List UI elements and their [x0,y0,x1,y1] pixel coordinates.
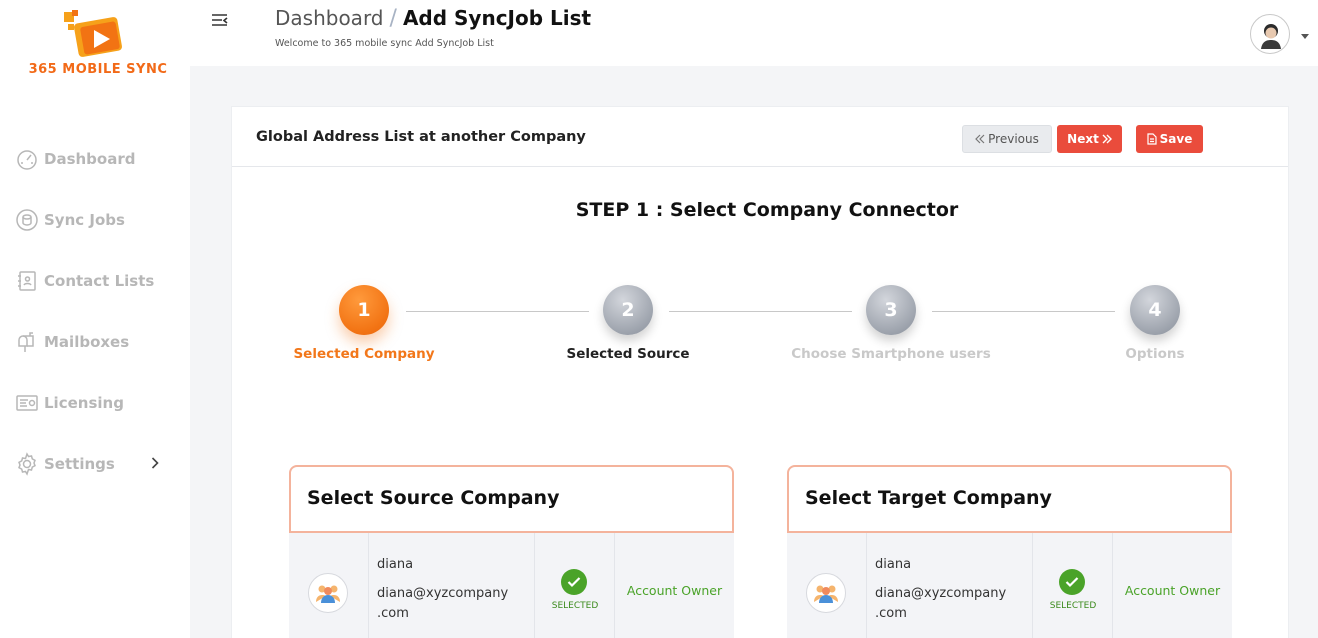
target-company-panel: Select Target Company diana diana@xyzcom… [787,465,1232,638]
sidebar-item-label: Settings [44,454,115,473]
row-role-cell: Account Owner [1113,533,1232,638]
mailbox-icon [14,329,40,355]
next-button-label: Next [1067,132,1099,146]
next-button[interactable]: Next [1057,125,1122,153]
breadcrumb-separator: / [389,6,397,31]
sidebar-item-sync-jobs[interactable]: Sync Jobs [0,189,190,250]
step-3-label: Choose Smartphone users [791,346,991,362]
wizard-stepper: 1 2 3 4 Selected Company Selected Source… [232,285,1288,375]
table-row[interactable]: diana diana@xyzcompany .com SELECTED Acc… [289,533,734,638]
user-avatar-icon [1261,24,1281,49]
users-group-icon [806,573,846,613]
previous-button[interactable]: Previous [962,125,1052,153]
document-icon [1147,133,1157,145]
card-header: Global Address List at another Company P… [232,107,1288,167]
user-email: diana@xyzcompany .com [377,586,509,621]
source-panel-title: Select Source Company [307,487,560,509]
brand-logo[interactable]: 365 MOBILE SYNC [28,10,168,82]
double-chevron-left-icon [975,134,985,144]
step-connector [932,311,1115,312]
sidebar-item-label: Licensing [44,393,124,412]
step-1-label: Selected Company [293,346,435,362]
sidebar: 365 MOBILE SYNC Dashboard Sync Jobs Cont… [0,0,190,638]
double-chevron-right-icon [1102,134,1112,144]
sidebar-item-contact-lists[interactable]: Contact Lists [0,250,190,311]
play-logo-icon [64,10,122,57]
row-role-cell: Account Owner [615,533,734,638]
row-avatar-cell [289,533,369,638]
sidebar-nav: Dashboard Sync Jobs Contact Lists Mailbo… [0,128,190,494]
chevron-right-icon[interactable] [148,455,162,471]
page-subtitle: Welcome to 365 mobile sync Add SyncJob L… [275,38,494,49]
step-connector [406,311,589,312]
role-label: Account Owner [626,583,723,598]
target-panel-title: Select Target Company [805,487,1052,509]
step-2-label: Selected Source [566,346,690,362]
gear-icon [14,451,40,477]
license-card-icon [14,390,40,416]
check-circle-icon [1059,569,1085,595]
row-avatar-cell [787,533,867,638]
brand-name: 365 MOBILE SYNC [28,62,168,77]
card-title: Global Address List at another Company [256,129,586,145]
user-avatar[interactable] [1250,14,1290,54]
sidebar-item-dashboard[interactable]: Dashboard [0,128,190,189]
user-email: diana@xyzcompany .com [875,586,1007,621]
user-name: diana [377,557,414,572]
step-heading: STEP 1 : Select Company Connector [575,199,959,221]
sidebar-item-label: Mailboxes [44,332,130,351]
sync-database-icon [14,207,40,233]
step-connector [669,311,852,312]
page-title: Add SyncJob List [402,6,592,30]
user-name: diana [875,557,912,572]
sidebar-item-label: Dashboard [44,149,136,168]
sidebar-item-settings[interactable]: Settings [0,433,190,494]
row-status-cell: SELECTED [535,533,615,638]
row-info-cell: diana diana@xyzcompany .com [867,533,1033,638]
sidebar-item-label: Contact Lists [44,271,155,290]
row-info-cell: diana diana@xyzcompany .com [369,533,535,638]
status-badge: SELECTED [1049,601,1097,611]
role-label: Account Owner [1124,583,1221,598]
step-4-label: Options [1125,346,1185,362]
target-panel-header: Select Target Company [787,465,1232,533]
save-button[interactable]: Save [1136,125,1203,153]
contact-book-icon [14,268,40,294]
source-panel-header: Select Source Company [289,465,734,533]
status-badge: SELECTED [551,601,599,611]
main-card: Global Address List at another Company P… [231,106,1289,638]
speedometer-icon [14,146,40,172]
menu-collapse-icon[interactable] [210,12,230,30]
breadcrumb: Dashboard / Add SyncJob List [275,6,591,31]
table-row[interactable]: diana diana@xyzcompany .com SELECTED Acc… [787,533,1232,638]
previous-button-label: Previous [988,132,1039,146]
row-status-cell: SELECTED [1033,533,1113,638]
step-3-circle[interactable]: 3 [866,285,916,335]
sidebar-item-label: Sync Jobs [44,210,125,229]
top-bar: Dashboard / Add SyncJob List Welcome to 36… [190,0,1318,66]
check-circle-icon [561,569,587,595]
users-group-icon [308,573,348,613]
step-4-circle[interactable]: 4 [1130,285,1180,335]
sidebar-item-mailboxes[interactable]: Mailboxes [0,311,190,372]
user-menu-caret-icon[interactable] [1301,34,1309,39]
sidebar-item-licensing[interactable]: Licensing [0,372,190,433]
step-1-circle[interactable]: 1 [339,285,389,335]
source-company-panel: Select Source Company diana diana@xyzcom… [289,465,734,638]
breadcrumb-root[interactable]: Dashboard [275,6,384,30]
step-2-circle[interactable]: 2 [603,285,653,335]
save-button-label: Save [1159,132,1193,146]
